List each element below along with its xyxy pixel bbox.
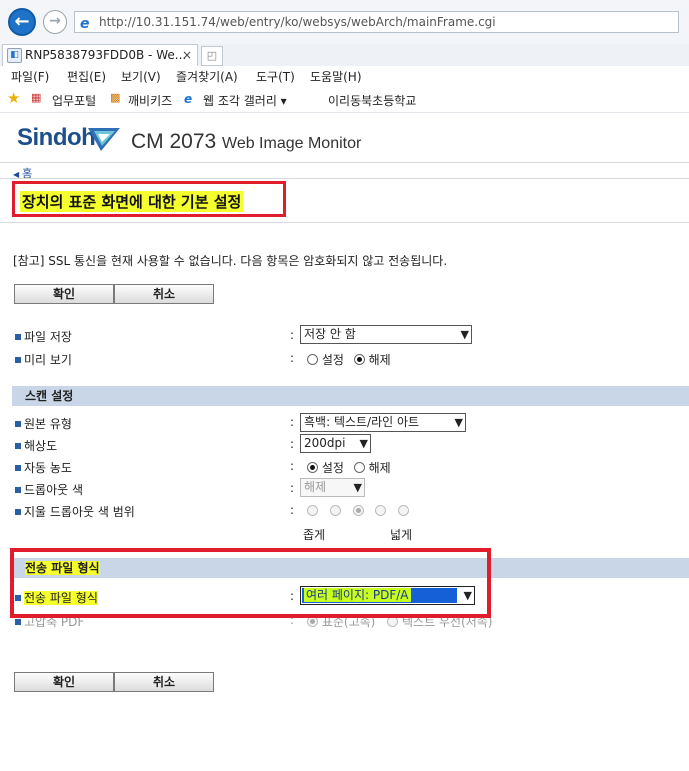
chevron-down-icon: ▼ — [359, 437, 368, 450]
fav-school[interactable]: 이리동북초등학교 — [328, 92, 416, 109]
fav-kids[interactable]: 깨비키즈 — [128, 92, 172, 109]
dropout-range-radio-5[interactable] — [398, 505, 410, 516]
transfer-highlight-box — [10, 548, 491, 618]
close-tab-icon[interactable]: × — [182, 45, 192, 65]
original-type-label: 원본 유형 — [15, 415, 72, 432]
dropout-range-radio-2[interactable] — [329, 505, 341, 516]
dropout-color-value: 해제 — [304, 480, 327, 494]
tab-bar: ◧ RNP5838793FDD0B - We... × ◰ — [0, 44, 689, 66]
auto-density-radio-group: 설정 해제 — [307, 459, 391, 476]
bullet-icon — [15, 619, 21, 625]
cancel-button-bottom[interactable]: 취소 — [114, 672, 214, 692]
dropout-color-select[interactable]: 해제 ▼ — [300, 478, 365, 497]
preview-off-label: 해제 — [368, 353, 391, 367]
page-title: 장치의 표준 화면에 대한 기본 설정 — [20, 191, 244, 212]
colon: : — [290, 459, 295, 473]
dropout-range-radio-group — [307, 504, 410, 518]
preview-on-label: 설정 — [321, 353, 344, 367]
colon: : — [290, 481, 295, 495]
dropout-range-radio-4[interactable] — [375, 505, 387, 516]
page-favicon-icon: ◧ — [7, 48, 22, 63]
back-button[interactable]: ← — [8, 8, 36, 36]
forward-button[interactable]: → — [43, 10, 67, 34]
colon: : — [290, 351, 295, 365]
url-field[interactable]: e http://10.31.151.74/web/entry/ko/websy… — [74, 11, 679, 33]
auto-density-off-radio[interactable] — [353, 462, 365, 473]
auto-density-off-label: 해제 — [368, 461, 391, 475]
dropout-color-label: 드롭아웃 색 — [15, 481, 83, 498]
bullet-icon — [15, 357, 21, 363]
ie-icon: e — [80, 16, 90, 32]
bullet-icon — [15, 487, 21, 493]
fav-gallery[interactable]: 웹 조각 갤러리 ▾ — [203, 92, 287, 109]
fav-portal[interactable]: 업무포털 — [52, 92, 96, 109]
dropout-range-radio-1[interactable] — [307, 505, 318, 516]
dropout-range-radio-3[interactable] — [352, 505, 364, 516]
ie-small-icon: e — [184, 92, 193, 106]
dropout-range-narrow-label: 좁게 — [303, 528, 326, 542]
original-type-value: 흑백: 텍스트/라인 아트 — [304, 415, 420, 429]
file-save-value: 저장 안 함 — [304, 327, 356, 341]
model-name: CM 2073 — [131, 130, 217, 153]
auto-density-label: 자동 농도 — [15, 459, 72, 476]
kids-icon: ▩ — [110, 91, 121, 104]
resolution-label: 해상도 — [15, 437, 57, 454]
file-save-label: 파일 저장 — [15, 328, 72, 345]
menu-tools[interactable]: 도구(T) — [256, 68, 295, 85]
preview-label: 미리 보기 — [15, 351, 72, 368]
bullet-icon — [15, 334, 21, 340]
ok-button-top[interactable]: 확인 — [14, 284, 114, 304]
divider — [0, 162, 689, 163]
colon: : — [290, 415, 295, 429]
browser-tab[interactable]: ◧ RNP5838793FDD0B - We... × — [2, 44, 198, 66]
auto-density-on-radio[interactable] — [307, 462, 318, 473]
brand-logo: Sindoh — [17, 124, 96, 151]
preview-radio-group: 설정 해제 — [307, 351, 391, 368]
bullet-icon — [15, 421, 21, 427]
chevron-down-icon: ▼ — [460, 328, 469, 341]
colon: : — [290, 328, 295, 342]
chevron-down-icon: ▼ — [353, 481, 362, 494]
url-text: http://10.31.151.74/web/entry/ko/websys/… — [99, 15, 496, 29]
resolution-value: 200dpi — [304, 436, 346, 450]
address-bar-area: ← → e http://10.31.151.74/web/entry/ko/w… — [0, 0, 689, 45]
resolution-select[interactable]: 200dpi ▼ — [300, 434, 371, 453]
preview-on-radio[interactable] — [307, 354, 318, 365]
divider — [0, 178, 689, 179]
chevron-down-icon: ▼ — [454, 416, 463, 429]
menu-file[interactable]: 파일(F) — [11, 68, 49, 85]
divider — [0, 222, 689, 223]
sindoh-logo-mark-icon — [88, 128, 120, 151]
bullet-icon — [15, 509, 21, 515]
product-name: Web Image Monitor — [222, 135, 362, 152]
back-arrow-icon: ← — [14, 11, 30, 32]
menu-favorites[interactable]: 즐겨찾기(A) — [176, 68, 238, 85]
scan-section-header: 스캔 설정 — [12, 386, 689, 406]
file-save-select[interactable]: 저장 안 함 ▼ — [300, 325, 472, 344]
colon: : — [290, 503, 295, 517]
preview-off-radio[interactable] — [353, 354, 365, 365]
menu-help[interactable]: 도움말(H) — [310, 68, 362, 85]
colon: : — [290, 437, 295, 451]
cancel-button-top[interactable]: 취소 — [114, 284, 214, 304]
favorites-star-icon[interactable]: ★ — [7, 89, 20, 107]
original-type-select[interactable]: 흑백: 텍스트/라인 아트 ▼ — [300, 413, 466, 432]
forward-arrow-icon: → — [49, 13, 61, 29]
portal-icon: ▦ — [31, 91, 42, 104]
favorites-bar: ★ ▦ 업무포털 ▩ 깨비키즈 e 웹 조각 갤러리 ▾ 이리동북초등학교 — [0, 86, 689, 113]
menu-bar: 파일(F) 편집(E) 보기(V) 즐겨찾기(A) 도구(T) 도움말(H) — [0, 66, 689, 86]
dropout-range-label: 지울 드롭아웃 색 범위 — [15, 503, 135, 520]
ok-button-bottom[interactable]: 확인 — [14, 672, 114, 692]
bullet-icon — [15, 443, 21, 449]
tab-title: RNP5838793FDD0B - We... — [25, 48, 187, 62]
menu-view[interactable]: 보기(V) — [121, 68, 161, 85]
auto-density-on-label: 설정 — [321, 461, 344, 475]
new-tab-button[interactable]: ◰ — [201, 46, 223, 66]
dropout-range-wide-label: 넓게 — [390, 528, 413, 542]
ssl-note: [참고] SSL 통신을 현재 사용할 수 없습니다. 다음 항목은 암호화되지… — [13, 254, 448, 268]
menu-edit[interactable]: 편집(E) — [67, 68, 106, 85]
bullet-icon — [15, 465, 21, 471]
